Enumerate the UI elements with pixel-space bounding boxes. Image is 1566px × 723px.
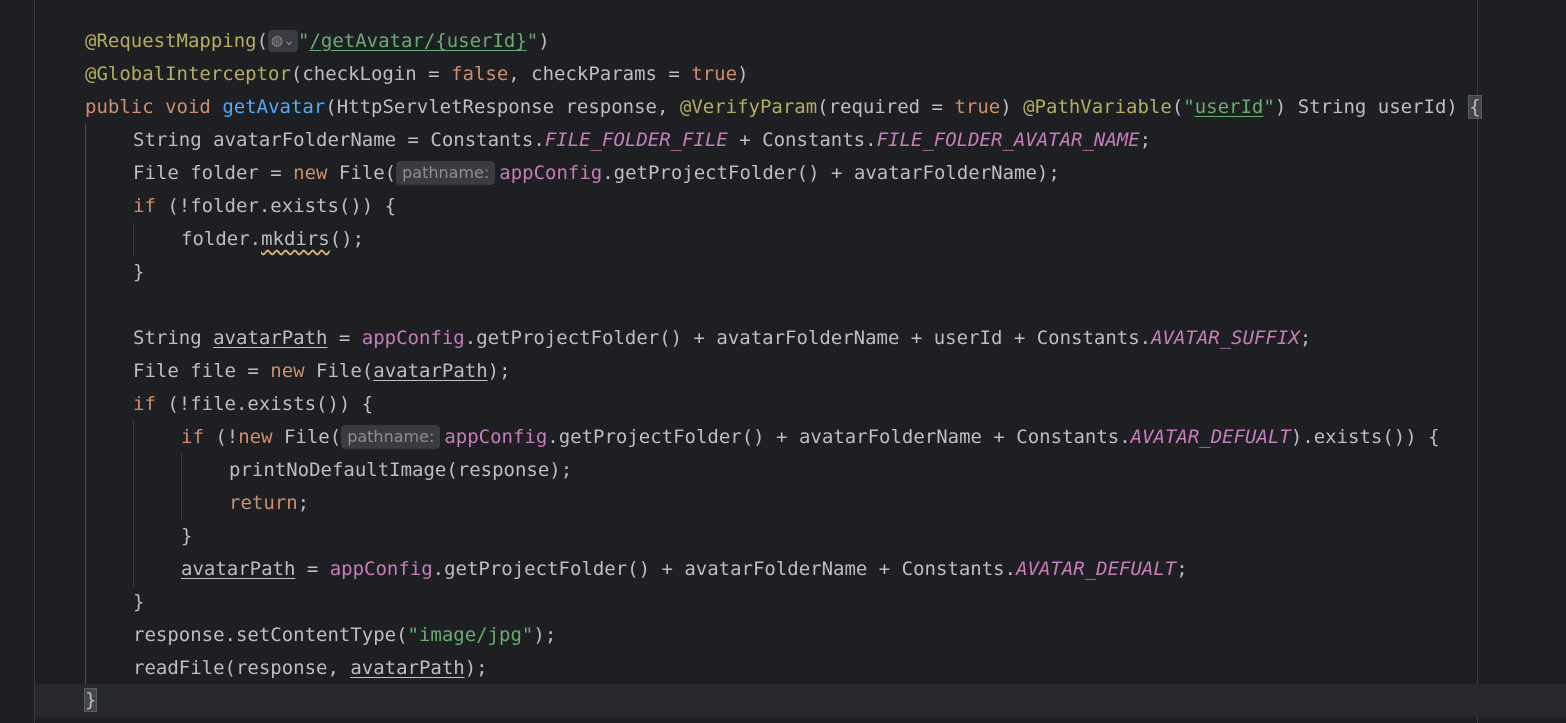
matched-brace: } xyxy=(83,688,98,712)
code-line-10[interactable]: String avatarPath = appConfig.getProject… xyxy=(133,322,1311,355)
parameter-hint: pathname: xyxy=(341,425,441,449)
code-line-12[interactable]: if (!file.exists()) { xyxy=(133,388,373,421)
code-line-5[interactable]: File folder = new File(pathname: appConfi… xyxy=(133,157,1060,190)
globe-icon[interactable]: ◍⌄ xyxy=(268,30,298,52)
indent-guide xyxy=(133,421,134,586)
code-line-3[interactable]: public void getAvatar(HttpServletRespons… xyxy=(85,91,1482,124)
code-line-1[interactable]: @RequestMapping(◍⌄ "/getAvatar/{userId}") xyxy=(85,25,550,58)
indent-guide xyxy=(133,223,134,256)
gutter-divider xyxy=(34,0,35,723)
method-name: getAvatar xyxy=(222,96,326,118)
code-line-16[interactable]: } xyxy=(181,520,192,553)
matched-brace: { xyxy=(1468,95,1482,119)
code-line-21[interactable]: } xyxy=(83,684,98,717)
code-line-15[interactable]: return; xyxy=(229,487,309,520)
code-line-18[interactable]: } xyxy=(133,586,144,619)
code-line-14[interactable]: printNoDefaultImage(response); xyxy=(229,454,572,487)
code-line-19[interactable]: response.setContentType("image/jpg"); xyxy=(133,619,556,652)
code-line-20[interactable]: readFile(response, avatarPath); xyxy=(133,652,488,685)
code-line-13[interactable]: if (!new File(pathname: appConfig.getProj… xyxy=(181,421,1440,454)
url-path-string[interactable]: /getAvatar/{userId} xyxy=(309,30,526,52)
current-line-highlight xyxy=(35,684,1566,717)
indent-guide xyxy=(181,454,182,520)
code-line-17[interactable]: avatarPath = appConfig.getProjectFolder(… xyxy=(181,553,1188,586)
parameter-hint: pathname: xyxy=(396,161,496,185)
code-line-8[interactable]: } xyxy=(133,256,144,289)
annotation: @RequestMapping xyxy=(85,30,257,52)
indent-guide xyxy=(85,124,86,684)
code-editor[interactable]: @RequestMapping(◍⌄ "/getAvatar/{userId}")… xyxy=(0,0,1566,723)
code-line-11[interactable]: File file = new File(avatarPath); xyxy=(133,355,511,388)
code-line-4[interactable]: String avatarFolderName = Constants.FILE… xyxy=(133,124,1151,157)
warning-squiggle[interactable]: mkdirs xyxy=(261,228,330,250)
code-line-6[interactable]: if (!folder.exists()) { xyxy=(133,190,396,223)
code-line-2[interactable]: @GlobalInterceptor(checkLogin = false, c… xyxy=(85,58,749,91)
code-line-7[interactable]: folder.mkdirs(); xyxy=(181,223,364,256)
